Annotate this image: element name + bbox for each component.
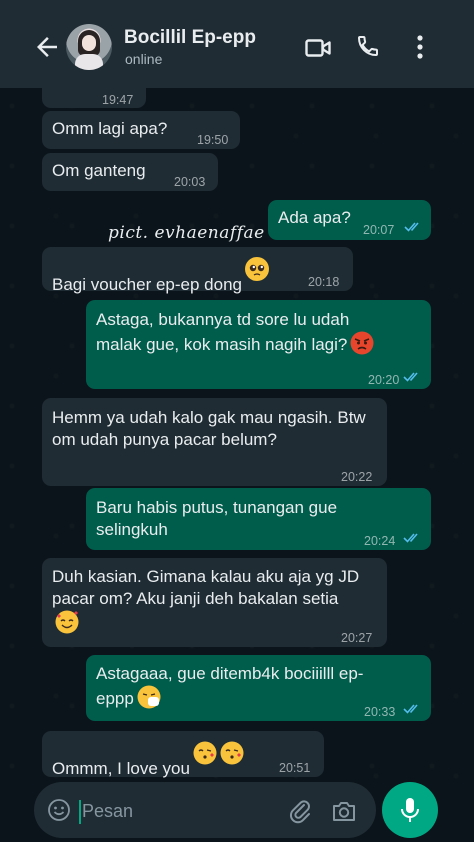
avatar[interactable]	[66, 24, 112, 70]
video-call-button[interactable]	[305, 36, 331, 60]
back-button[interactable]	[32, 32, 62, 62]
incoming-message[interactable]: Ommm, I love you 20:51	[42, 731, 324, 780]
read-receipt-icon	[403, 533, 418, 543]
incoming-message[interactable]: Hemm ya udah kalo gak mau ngasih. Btw om…	[42, 398, 387, 486]
message-time: 20:27	[341, 631, 373, 645]
message-time: 20:03	[174, 175, 206, 189]
back-arrow-icon	[37, 37, 57, 57]
video-call-icon	[305, 39, 331, 57]
incoming-message[interactable]: Bagi voucher ep-ep dong 20:18	[42, 247, 353, 294]
camera-icon[interactable]	[331, 799, 357, 823]
compose-bar	[0, 780, 474, 842]
incoming-message[interactable]: Om ganteng 20:03	[42, 153, 218, 191]
watermark-text: pict. evhaenaffae	[108, 223, 265, 243]
kissing-heart-face-emoji	[193, 741, 217, 765]
outgoing-message[interactable]: Baru habis putus, tunangan gue selingkuh…	[86, 488, 431, 550]
message-text: Omm lagi apa?	[52, 119, 168, 138]
outgoing-message[interactable]: Astaga, bukannya td sore lu udah malak g…	[86, 300, 431, 389]
message-field[interactable]	[34, 782, 376, 838]
chat-header: Bocillil Ep-epp online	[0, 0, 474, 88]
incoming-message[interactable]: Duh kasian. Gimana kalau aku aja yg JD p…	[42, 558, 387, 647]
message-text: Om	[52, 88, 79, 92]
read-receipt-icon	[403, 372, 418, 382]
message-time: 20:22	[341, 470, 373, 484]
smiling-face-with-hearts-emoji	[55, 610, 79, 634]
message-time: 20:07	[363, 223, 395, 237]
message-text: Ommm, I love you	[52, 741, 244, 780]
incoming-message[interactable]: Om 19:47	[42, 88, 146, 108]
more-options-button[interactable]	[410, 34, 430, 60]
message-text: Astagaaa, gue ditemb4k bociiilll ep-eppp	[96, 664, 364, 709]
incoming-message[interactable]: Omm lagi apa? 19:50	[42, 111, 240, 149]
message-time: 19:47	[102, 93, 134, 107]
message-text: Om ganteng	[52, 161, 146, 180]
sneezing-face-emoji	[137, 685, 161, 709]
angry-face-emoji	[350, 331, 374, 355]
message-text: Astaga, bukannya td sore lu udah malak g…	[96, 309, 388, 356]
message-time: 20:51	[279, 761, 311, 775]
pleading-face-emoji	[244, 257, 269, 281]
mic-icon	[401, 798, 419, 822]
message-time: 20:24	[364, 534, 396, 548]
kissing-heart-face-emoji	[220, 741, 244, 765]
contact-status: online	[125, 51, 163, 67]
emoji-icon[interactable]	[47, 798, 71, 822]
outgoing-message[interactable]: Ada apa? 20:07	[268, 200, 431, 240]
chat-area[interactable]: Om 19:47 Omm lagi apa? 19:50 Om ganteng …	[0, 88, 474, 780]
message-text: Bagi voucher ep-ep dong	[52, 257, 269, 296]
read-receipt-icon	[404, 222, 419, 232]
attach-icon[interactable]	[288, 798, 312, 824]
voice-message-button[interactable]	[382, 782, 438, 838]
message-input[interactable]	[80, 794, 274, 828]
message-text: Duh kasian. Gimana kalau aku aja yg JD p…	[52, 566, 362, 635]
outgoing-message[interactable]: Astagaaa, gue ditemb4k bociiilll ep-eppp…	[86, 655, 431, 721]
message-text: Ada apa?	[278, 208, 351, 227]
message-time: 20:33	[364, 705, 396, 719]
read-receipt-icon	[403, 704, 418, 714]
phone-call-icon	[357, 36, 378, 57]
message-time: 20:20	[368, 373, 400, 387]
message-text: Hemm ya udah kalo gak mau ngasih. Btw om…	[52, 408, 366, 449]
contact-name[interactable]: Bocillil Ep-epp	[124, 27, 256, 49]
voice-call-button[interactable]	[356, 34, 380, 58]
message-time: 19:50	[197, 133, 229, 147]
message-text: Baru habis putus, tunangan gue selingkuh	[96, 498, 338, 539]
more-options-icon	[417, 35, 423, 59]
message-time: 20:18	[308, 275, 340, 289]
